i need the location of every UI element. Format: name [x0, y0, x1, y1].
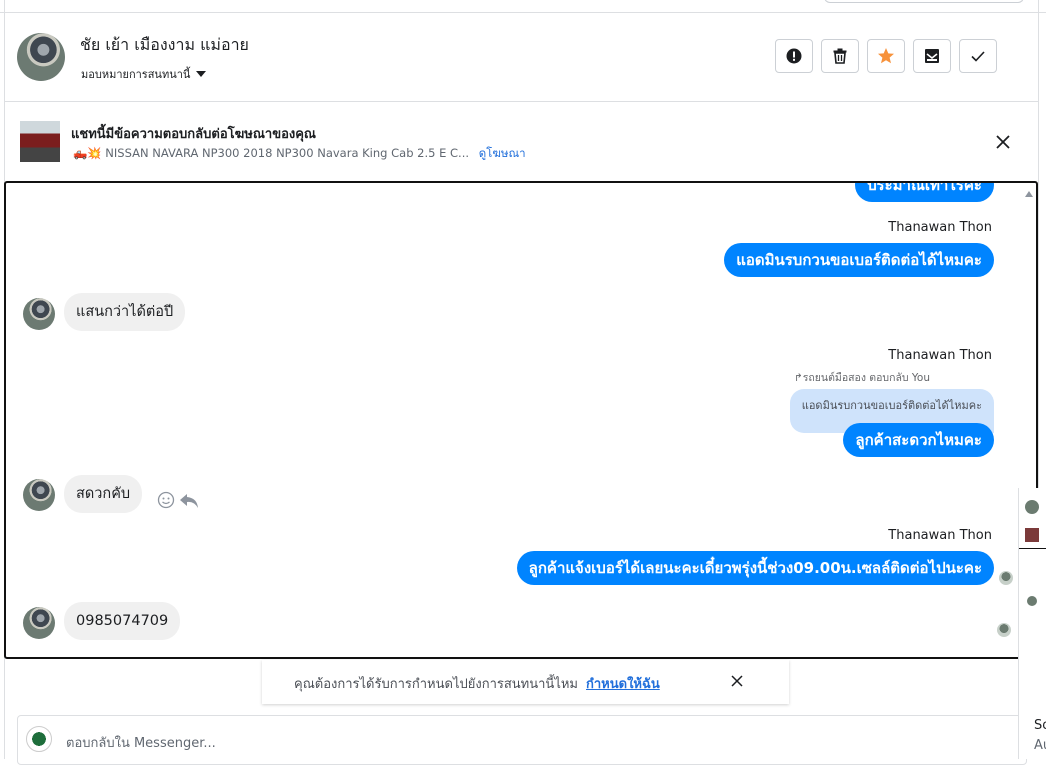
alert-circle-icon [786, 48, 802, 64]
header-actions [775, 39, 997, 73]
ad-banner-subtitle: 🛻💥 NISSAN NAVARA NP300 2018 NP300 Navara… [73, 145, 526, 163]
message-outgoing[interactable]: ลูกค้าสะดวกไหมคะ [843, 423, 994, 457]
sender-name: Thanawan Thon [888, 220, 992, 235]
message-outgoing[interactable]: ลูกค้าแจ้งเบอร์ได้เลยนะคะเดี๋ยวพรุ่งนี้ช… [516, 551, 994, 585]
ad-reply-banner: แชทนี้มีข้อความตอบกลับต่อโฆษณาของคุณ 🛻💥 … [5, 102, 1038, 180]
delete-button[interactable] [821, 39, 859, 73]
message-thread[interactable]: ประมาณเท่าไรคะ Thanawan Thon แอดมินรบกวน… [4, 181, 1038, 659]
star-icon [878, 48, 894, 64]
spam-button[interactable] [775, 39, 813, 73]
right-divider [1038, 0, 1039, 490]
reply-icon[interactable] [179, 491, 199, 509]
avatar[interactable] [1025, 500, 1039, 514]
seen-indicator [997, 623, 1011, 637]
ad-thumbnail[interactable] [20, 121, 60, 162]
top-strip [0, 0, 1046, 13]
message-outgoing[interactable]: ประมาณเท่าไรคะ [855, 183, 994, 202]
sender-name: Thanawan Thon [888, 348, 992, 363]
reply-composer[interactable]: ตอบกลับใน Messenger... [17, 715, 1027, 765]
view-ad-link[interactable]: ดูโฆษณา [479, 146, 526, 160]
assign-question: คุณต้องการได้รับการกำหนดไปยังการสนทนานี้… [294, 677, 578, 692]
avatar[interactable] [1025, 528, 1039, 542]
page-avatar [26, 726, 52, 752]
trash-icon [833, 48, 847, 64]
assign-to-me-link[interactable]: กำหนดให้ฉัน [586, 677, 660, 692]
sender-name: Thanawan Thon [888, 528, 992, 543]
message-incoming[interactable]: สดวกคับ [64, 475, 143, 513]
divider [1019, 548, 1046, 549]
conversation-header: ชัย เย้า เมืองงาม แม่อาย มอบหมายการสนทนา… [5, 13, 1038, 102]
star-button[interactable] [867, 39, 905, 73]
reply-meta: ↱รถยนต์มือสอง ตอบกลับ You [794, 369, 930, 386]
check-icon [971, 51, 985, 62]
ad-banner-title: แชทนี้มีข้อความตอบกลับต่อโฆษณาของคุณ [71, 127, 316, 142]
message-incoming[interactable]: แสนกว่าได้ต่อปี [64, 293, 186, 331]
close-icon[interactable] [730, 674, 744, 688]
mark-unread-button[interactable] [913, 39, 951, 73]
message-incoming[interactable]: 0985074709 [64, 602, 181, 640]
contact-name[interactable]: ชัย เย้า เมืองงาม แม่อาย [80, 33, 249, 58]
contact-avatar-small[interactable] [23, 479, 55, 511]
contact-avatar-small[interactable] [23, 607, 55, 639]
assign-prompt-text: คุณต้องการได้รับการกำหนดไปยังการสนทนานี้… [294, 673, 660, 694]
caret-down-icon [196, 71, 207, 77]
reply-arrow-icon: ↱ [793, 372, 803, 384]
assign-label: มอบหมายการสนทนานี้ [81, 68, 191, 81]
contact-avatar-small[interactable] [23, 298, 55, 330]
close-icon[interactable] [994, 133, 1012, 151]
avatar[interactable] [1027, 596, 1037, 606]
message-outgoing[interactable]: แอดมินรบกวนขอเบอร์ติดต่อได้ไหมคะ [724, 243, 994, 277]
ad-title-text: 🛻💥 NISSAN NAVARA NP300 2018 NP300 Navara… [73, 146, 470, 160]
done-button[interactable] [959, 39, 997, 73]
reply-meta-text: รถยนต์มือสอง ตอบกลับ You [802, 372, 930, 384]
top-search-box-edge[interactable] [824, 0, 1024, 3]
assign-prompt: คุณต้องการได้รับการกำหนดไปยังการสนทนานี้… [262, 660, 789, 704]
envelope-icon [925, 49, 939, 63]
emoji-reaction-icon[interactable] [157, 491, 175, 509]
right-panel-peek: So Au [1018, 488, 1046, 759]
peek-text: Au [1034, 738, 1046, 753]
scroll-up-arrow-icon[interactable] [1025, 191, 1033, 197]
assign-conversation-dropdown[interactable]: มอบหมายการสนทนานี้ [81, 65, 207, 83]
reply-input-placeholder[interactable]: ตอบกลับใน Messenger... [66, 732, 216, 753]
seen-indicator [999, 571, 1013, 585]
peek-text: So [1034, 718, 1046, 733]
contact-avatar[interactable] [17, 33, 65, 81]
